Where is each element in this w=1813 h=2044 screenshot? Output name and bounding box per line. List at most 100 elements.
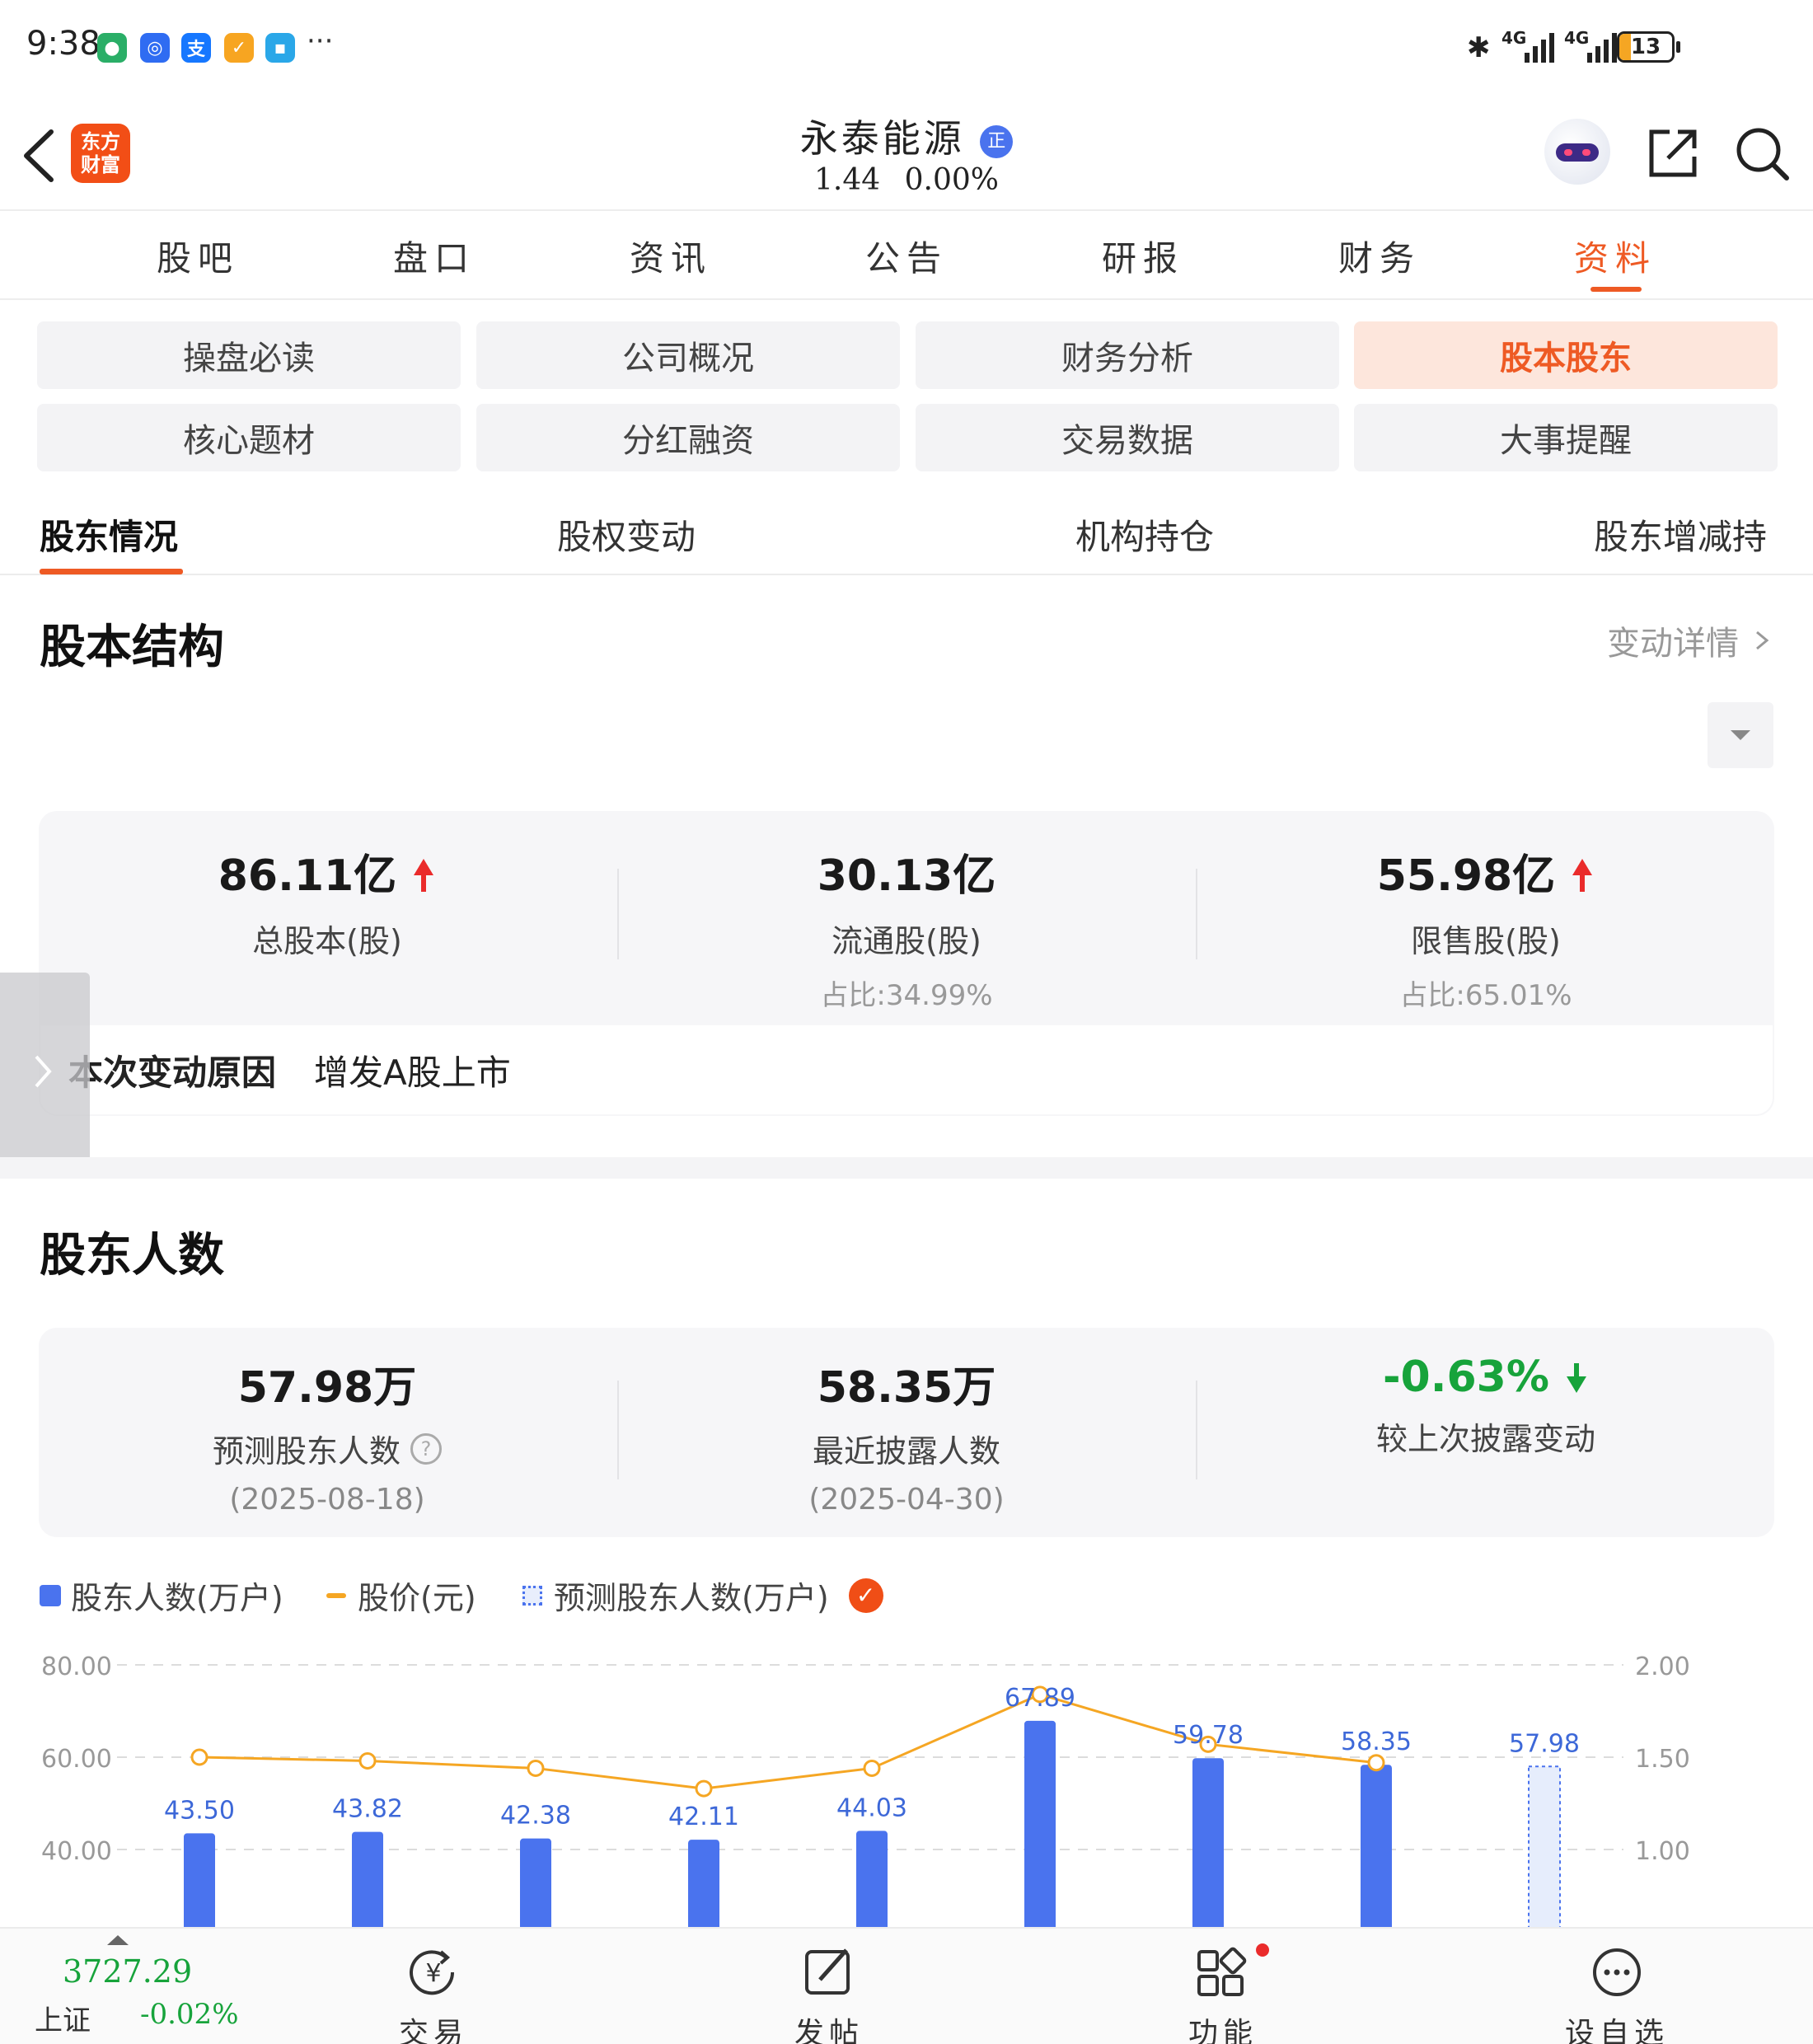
- stock-title: 永泰能源 正: [0, 109, 1813, 163]
- latest-holders-date: (2025-04-30): [808, 1483, 1005, 1517]
- change-details-label: 变动详情: [1607, 625, 1739, 663]
- stock-name: 永泰能源: [799, 116, 965, 161]
- btn-financial-analysis[interactable]: 财务分析: [916, 321, 1339, 389]
- holder-count-card: 57.98万 预测股东人数 ? (2025-08-18) 58.35万 最近披露…: [39, 1328, 1774, 1537]
- latest-holders-label: 最近披露人数: [812, 1433, 1000, 1470]
- tab-equity-change[interactable]: 股权变动: [557, 509, 696, 560]
- nav-trade[interactable]: ¥ 交易: [351, 1945, 516, 2044]
- tab-guba[interactable]: 股吧: [132, 231, 264, 281]
- bar-data-label: 43.82: [332, 1795, 403, 1824]
- message-icon: ▪: [265, 33, 295, 63]
- circulating-shares-label: 流通股(股): [832, 923, 981, 959]
- y-axis-left-tick: 40.00: [41, 1837, 112, 1866]
- total-shares-value: 86.11亿: [218, 851, 397, 901]
- nav-functions[interactable]: 功能: [1141, 1945, 1305, 2044]
- section-divider: [0, 1157, 1813, 1179]
- date-selector: 2017-05-31 2016-05-30 2015-06-04 2015-03…: [37, 702, 1702, 768]
- restricted-shares-ratio: 占比:65.01%: [1399, 979, 1572, 1012]
- forecast-holders-value: 57.98万: [237, 1363, 417, 1413]
- nav-post[interactable]: 发帖: [747, 1945, 911, 2044]
- network-label: 4G: [1501, 28, 1527, 48]
- more-notifications-icon: ···: [307, 25, 334, 58]
- btn-trading-essentials[interactable]: 操盘必读: [37, 321, 461, 389]
- y-axis-right-tick: 1.00: [1635, 1837, 1690, 1866]
- index-change[interactable]: -0.02%: [140, 1998, 239, 2031]
- btn-company-overview[interactable]: 公司概况: [476, 321, 900, 389]
- bar-data-label: 59.78: [1173, 1721, 1244, 1750]
- tab-finance[interactable]: 财务: [1314, 231, 1445, 281]
- change-details-link[interactable]: 变动详情: [1607, 616, 1775, 664]
- bar-data-label: 67.89: [1005, 1684, 1075, 1713]
- active-tab-indicator: [1590, 287, 1642, 292]
- btn-trading-data[interactable]: 交易数据: [916, 404, 1339, 471]
- tab-news[interactable]: 资讯: [605, 231, 737, 281]
- tab-research[interactable]: 研报: [1077, 231, 1209, 281]
- tab-announcements[interactable]: 公告: [841, 231, 972, 281]
- bar-holder-count: [688, 1840, 719, 1927]
- change-reason-value: 增发A股上市: [314, 1052, 511, 1093]
- tab-pankou[interactable]: 盘口: [368, 231, 500, 281]
- btn-major-events[interactable]: 大事提醒: [1354, 404, 1778, 471]
- app-icon: ✓: [224, 33, 254, 63]
- btn-dividend-financing[interactable]: 分红融资: [476, 404, 900, 471]
- tab-holder-increase-decrease[interactable]: 股东增减持: [1594, 509, 1767, 560]
- stock-badge-icon: 正: [980, 125, 1014, 158]
- legend-swatch: [326, 1592, 346, 1598]
- bar-data-label: 42.11: [668, 1803, 739, 1831]
- restricted-shares: 55.98亿 限售股(股) 占比:65.01%: [1197, 841, 1774, 1013]
- circulating-shares-ratio: 占比:34.99%: [820, 979, 993, 1012]
- battery-level: 13: [1630, 35, 1661, 59]
- alipay-icon: 支: [181, 33, 211, 63]
- ai-assistant-icon[interactable]: [1544, 119, 1610, 185]
- bluetooth-icon: ✱: [1467, 31, 1491, 64]
- btn-share-capital-holders[interactable]: 股本股东: [1354, 321, 1778, 389]
- chevron-right-icon: [35, 1055, 52, 1088]
- bar-data-label: 42.38: [500, 1802, 571, 1831]
- y-axis-left-tick: 80.00: [41, 1653, 112, 1681]
- date-dropdown-button[interactable]: [1708, 702, 1773, 768]
- caret-up-icon: [107, 1935, 129, 1945]
- check-toggle-icon[interactable]: ✓: [848, 1578, 883, 1613]
- nav-add-watchlist[interactable]: 设自选: [1534, 1945, 1699, 2044]
- bar-data-label: 44.03: [836, 1793, 907, 1822]
- app-icon: ◎: [140, 33, 170, 63]
- circulating-shares-value: 30.13亿: [817, 851, 996, 901]
- help-icon[interactable]: ?: [410, 1432, 442, 1465]
- edit-post-icon: [805, 1948, 850, 1995]
- bar-holder-count: [352, 1831, 383, 1927]
- index-value[interactable]: 3727.29: [63, 1953, 192, 1990]
- tab-profile[interactable]: 资料: [1549, 231, 1681, 281]
- latest-holders-value: 58.35万: [817, 1363, 996, 1413]
- section-title-holder-count: 股东人数: [40, 1229, 224, 1282]
- tab-institution-holdings[interactable]: 机构持仓: [1075, 509, 1214, 560]
- header: 东方 财富 永泰能源 正 1.44 0.00%: [0, 97, 1813, 211]
- more-dots-icon: [1593, 1948, 1641, 1996]
- btn-core-themes[interactable]: 核心题材: [37, 404, 461, 471]
- legend-swatch: [522, 1585, 542, 1606]
- bar-data-label: 43.50: [164, 1796, 235, 1825]
- network-label: 4G: [1564, 28, 1590, 48]
- price-point: [1367, 1754, 1385, 1772]
- legend-price: 股价(元): [326, 1573, 476, 1618]
- share-icon[interactable]: [1647, 127, 1699, 180]
- tab-holder-overview[interactable]: 股东情况: [40, 509, 178, 560]
- side-drawer-handle[interactable]: [0, 973, 90, 1165]
- stock-price: 1.44: [814, 163, 881, 197]
- stock-quote: 1.44 0.00%: [0, 163, 1813, 197]
- trade-yen-icon: ¥: [410, 1950, 455, 1995]
- index-name[interactable]: 上证: [35, 1998, 91, 2038]
- chevron-right-icon: [1756, 631, 1769, 650]
- forecast-holders-label: 预测股东人数: [212, 1433, 401, 1470]
- forecast-holders: 57.98万 预测股东人数 ? (2025-08-18): [39, 1353, 616, 1517]
- svg-text:¥: ¥: [425, 1959, 441, 1988]
- price-point: [190, 1748, 208, 1766]
- divider: [0, 574, 1813, 575]
- latest-holders: 58.35万 最近披露人数 (2025-04-30): [618, 1353, 1195, 1517]
- bar-forecast-holders: [1528, 1765, 1561, 1927]
- search-icon[interactable]: [1734, 125, 1790, 183]
- nav-label: 发帖: [794, 2017, 864, 2044]
- bar-data-label: 58.35: [1341, 1728, 1412, 1756]
- status-bar: 9:38 ● ◎ 支 ✓ ▪ ··· ✱ 4G 4G 13: [0, 0, 1813, 97]
- holder-count-chart: 80.00 2.00 60.00 1.50 40.00 1.00 43.50 43.82 42.…: [41, 1653, 1690, 1927]
- bar-holder-count: [1192, 1758, 1224, 1927]
